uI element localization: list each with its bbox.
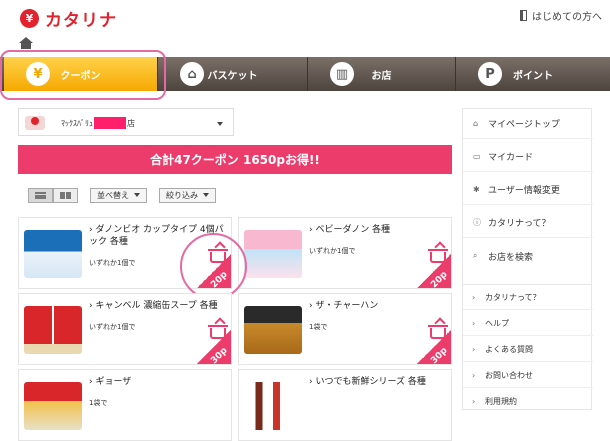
search-icon: ⌕ — [473, 251, 478, 260]
coupon-card[interactable]: › ザ・チャーハン 1袋で 30p — [238, 293, 452, 365]
sidebar-menu: ⌂ マイページトップ ▭ マイカード ✱ ユーザー情報変更 ⓘ カタリナって？ ⌕ お店を… — [462, 108, 593, 288]
chevron-right-icon: › — [472, 344, 476, 354]
first-time-label: はじめての方へ — [532, 12, 602, 23]
sort-button[interactable]: 並べ替え — [90, 187, 147, 203]
sidebar-link-label: 利用規約 — [485, 397, 517, 406]
sidebar-link-label: カタリナって？ — [485, 292, 541, 302]
store-name: ﾏｯｸｽﾊﾞﾘｭ 店 — [61, 117, 135, 129]
coupon-condition: いずれか1個で — [89, 259, 136, 267]
product-image — [24, 230, 82, 278]
store-select[interactable]: ﾏｯｸｽﾊﾞﾘｭ 店 — [18, 108, 234, 136]
sidebar-item-about[interactable]: ⓘ カタリナって？ — [463, 208, 593, 238]
product-image — [244, 306, 302, 354]
chevron-down-icon — [203, 193, 209, 197]
tab-point-label: ポイント — [513, 70, 553, 82]
sidebar-link-terms[interactable]: › 利用規約 — [463, 389, 593, 414]
logo-yen-icon: ¥ — [20, 9, 39, 28]
coupon-condition: いずれか1個で — [89, 323, 136, 331]
chevron-right-icon: › — [472, 370, 476, 380]
chevron-right-icon: › — [472, 292, 476, 302]
coupon-total-banner: 合計47クーポン 1650pお得!! — [18, 145, 452, 174]
header: ¥ カタリナ はじめての方へ — [0, 0, 610, 34]
tab-basket-label: バスケット — [207, 70, 258, 82]
product-image — [244, 230, 302, 278]
coupon-card[interactable]: › キャンベル 濃縮缶スープ 各種 いずれか1個で 30p — [18, 293, 232, 365]
points-badge: 30p — [197, 330, 231, 364]
points-badge: 20p — [417, 254, 451, 288]
sidebar-item-label: お店を検索 — [488, 252, 534, 263]
tab-point[interactable]: P ポイント — [456, 57, 610, 91]
product-image — [24, 382, 82, 430]
filter-button[interactable]: 絞り込み — [159, 187, 216, 203]
product-image — [244, 382, 302, 430]
coupon-condition: いずれか1個で — [309, 247, 356, 255]
sidebar-links: › カタリナって？ › ヘルプ › よくある質問 › お問い合わせ › 利用規約 — [462, 284, 593, 410]
coupon-title: › キャンベル 濃縮缶スープ 各種 — [89, 301, 218, 311]
coupon-card[interactable]: › いつでも新鮮シリーズ 各種 — [238, 369, 452, 441]
sort-label: 並べ替え — [97, 190, 129, 200]
sidebar-link-label: ヘルプ — [485, 318, 509, 328]
chevron-right-icon: › — [472, 397, 476, 406]
filter-label: 絞り込み — [166, 190, 198, 200]
store-logo — [25, 116, 45, 130]
list-view-button[interactable] — [28, 187, 53, 203]
redaction — [94, 117, 126, 129]
book-icon — [520, 10, 527, 21]
sidebar-item-label: マイカード — [488, 153, 534, 163]
sidebar-item-label: マイページトップ — [488, 120, 560, 130]
product-image — [24, 306, 82, 354]
coupon-title: › ベビーダノン 各種 — [309, 225, 391, 235]
store-name-prefix: ﾏｯｸｽﾊﾞﾘｭ — [61, 118, 93, 128]
sidebar-item-label: カタリナって？ — [488, 219, 551, 229]
logo[interactable]: ¥ カタリナ — [20, 6, 117, 31]
sidebar-item-store-search[interactable]: ⌕ お店を検索 — [463, 241, 593, 271]
sidebar-item-mypage[interactable]: ⌂ マイページトップ — [463, 109, 593, 139]
sidebar-link-contact[interactable]: › お問い合わせ — [463, 363, 593, 388]
coupon-title: › ギョーザ — [89, 377, 132, 387]
chevron-right-icon: › — [472, 318, 476, 328]
info-icon: ⓘ — [473, 218, 481, 227]
sidebar-link-label: よくある質問 — [485, 344, 533, 354]
card-icon: ▭ — [473, 152, 481, 161]
sidebar-item-user-settings[interactable]: ✱ ユーザー情報変更 — [463, 175, 593, 205]
coupon-title: › ザ・チャーハン — [309, 301, 379, 311]
home-icon: ⌂ — [473, 119, 479, 128]
coupon-card[interactable]: › ギョーザ 1袋で — [18, 369, 232, 441]
chevron-down-icon — [134, 193, 140, 197]
sidebar-item-label: ユーザー情報変更 — [488, 186, 560, 196]
list-icon — [35, 191, 46, 199]
sidebar-link-help[interactable]: › ヘルプ — [463, 311, 593, 336]
toolbar: 並べ替え 絞り込み — [28, 187, 216, 203]
coupon-condition: 1袋で — [89, 399, 108, 407]
sidebar-link-about[interactable]: › カタリナって？ — [463, 285, 593, 310]
chevron-down-icon — [217, 122, 223, 126]
sidebar-link-faq[interactable]: › よくある質問 — [463, 337, 593, 362]
grid-icon — [60, 191, 71, 199]
logo-text: カタリナ — [45, 11, 117, 31]
grid-view-button[interactable] — [53, 187, 78, 203]
sidebar-item-mycard[interactable]: ▭ マイカード — [463, 142, 593, 172]
highlight-circle — [180, 233, 247, 300]
store-name-suffix: 店 — [127, 118, 135, 128]
highlight-outline — [0, 50, 166, 100]
points-badge: 30p — [417, 330, 451, 364]
gear-icon: ✱ — [473, 185, 480, 194]
first-time-link[interactable]: はじめての方へ — [520, 8, 602, 23]
sidebar-link-label: お問い合わせ — [485, 370, 533, 380]
tab-store-label: お店 — [371, 70, 392, 82]
coupon-title: › いつでも新鮮シリーズ 各種 — [309, 377, 426, 387]
home-icon[interactable] — [19, 37, 33, 49]
coupon-condition: 1袋で — [309, 323, 328, 331]
tab-basket[interactable]: ⌂ バスケット — [158, 57, 308, 91]
tab-store[interactable]: ▥ お店 — [308, 57, 456, 91]
coupon-card[interactable]: › ベビーダノン 各種 いずれか1個で 20p — [238, 217, 452, 289]
